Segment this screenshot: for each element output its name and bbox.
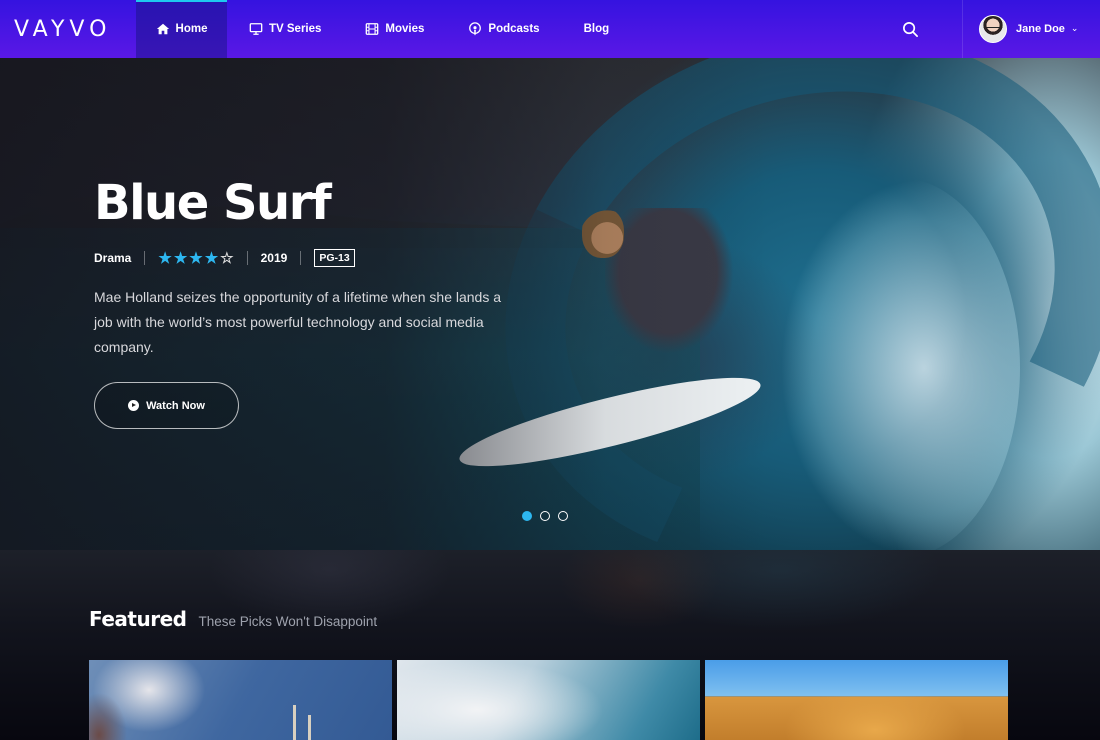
featured-cards: [89, 660, 1008, 740]
slider-dots: [522, 511, 568, 521]
content-rating-badge: PG-13: [314, 249, 355, 267]
avatar: [979, 15, 1007, 43]
hero-title: Blue Surf: [94, 175, 332, 231]
watch-now-button[interactable]: Watch Now: [94, 382, 239, 429]
user-name: Jane Doe: [1016, 23, 1065, 35]
nav-item-home[interactable]: Home: [136, 0, 227, 58]
tv-icon: [249, 23, 263, 35]
nav-item-label: Blog: [583, 23, 610, 35]
star-filled-icon: ★: [204, 249, 219, 267]
divider: [300, 251, 302, 265]
featured-card-rocket[interactable]: [89, 660, 392, 740]
star-empty-icon: ☆: [220, 249, 234, 267]
film-icon: [366, 23, 379, 35]
home-icon: [156, 23, 169, 35]
nav-item-blog[interactable]: Blog: [562, 0, 632, 58]
divider: [144, 251, 146, 265]
featured-subtitle: These Picks Won't Disappoint: [198, 614, 378, 629]
slider-dot[interactable]: [540, 511, 550, 521]
featured-card-desert[interactable]: [705, 660, 1008, 740]
watch-now-label: Watch Now: [146, 399, 205, 412]
hero-description: Mae Holland seizes the opportunity of a …: [94, 289, 502, 355]
hero-meta: Drama ★ ★ ★ ★ ☆ 2019 PG-13: [94, 249, 534, 267]
user-menu[interactable]: Jane Doe ⌄: [962, 0, 1100, 58]
nav-item-label: TV Series: [269, 23, 322, 35]
divider: [246, 251, 248, 265]
search-button[interactable]: [880, 0, 940, 58]
hero-banner: Blue Surf Drama ★ ★ ★ ★ ☆ 2019 PG-13 Mae Hol…: [0, 58, 1100, 550]
genre-label: Drama: [94, 251, 132, 265]
featured-section: Featured These Picks Won't Disappoint: [0, 550, 1100, 740]
search-icon: [902, 21, 918, 37]
star-filled-icon: ★: [189, 249, 203, 267]
nav-item-label: Movies: [385, 23, 425, 35]
play-icon: [128, 400, 140, 411]
slider-dot[interactable]: [558, 511, 568, 521]
nav-item-label: Podcasts: [488, 23, 540, 35]
logo[interactable]: VAYVO: [0, 0, 136, 58]
featured-card-wave[interactable]: [397, 660, 700, 740]
hero-content: Blue Surf Drama ★ ★ ★ ★ ☆ 2019 PG-13 Mae Hol…: [94, 173, 534, 429]
nav-item-tv-series[interactable]: TV Series: [227, 0, 343, 58]
nav-item-podcasts[interactable]: Podcasts: [446, 0, 561, 58]
top-navbar: VAYVO Home TV Series Movies Podcasts Blo…: [0, 0, 1100, 58]
chevron-down-icon: ⌄: [1070, 24, 1079, 34]
featured-header: Featured These Picks Won't Disappoint: [89, 607, 377, 631]
star-rating: ★ ★ ★ ★ ☆: [158, 251, 233, 266]
featured-title: Featured: [89, 607, 187, 631]
nav-item-movies[interactable]: Movies: [343, 0, 446, 58]
nav-item-label: Home: [175, 23, 208, 35]
slider-dot[interactable]: [522, 511, 532, 521]
star-filled-icon: ★: [173, 249, 188, 267]
main-nav: Home TV Series Movies Podcasts Blog: [136, 0, 631, 58]
podcast-icon: [469, 22, 482, 36]
star-filled-icon: ★: [158, 249, 172, 267]
year-label: 2019: [260, 251, 288, 265]
